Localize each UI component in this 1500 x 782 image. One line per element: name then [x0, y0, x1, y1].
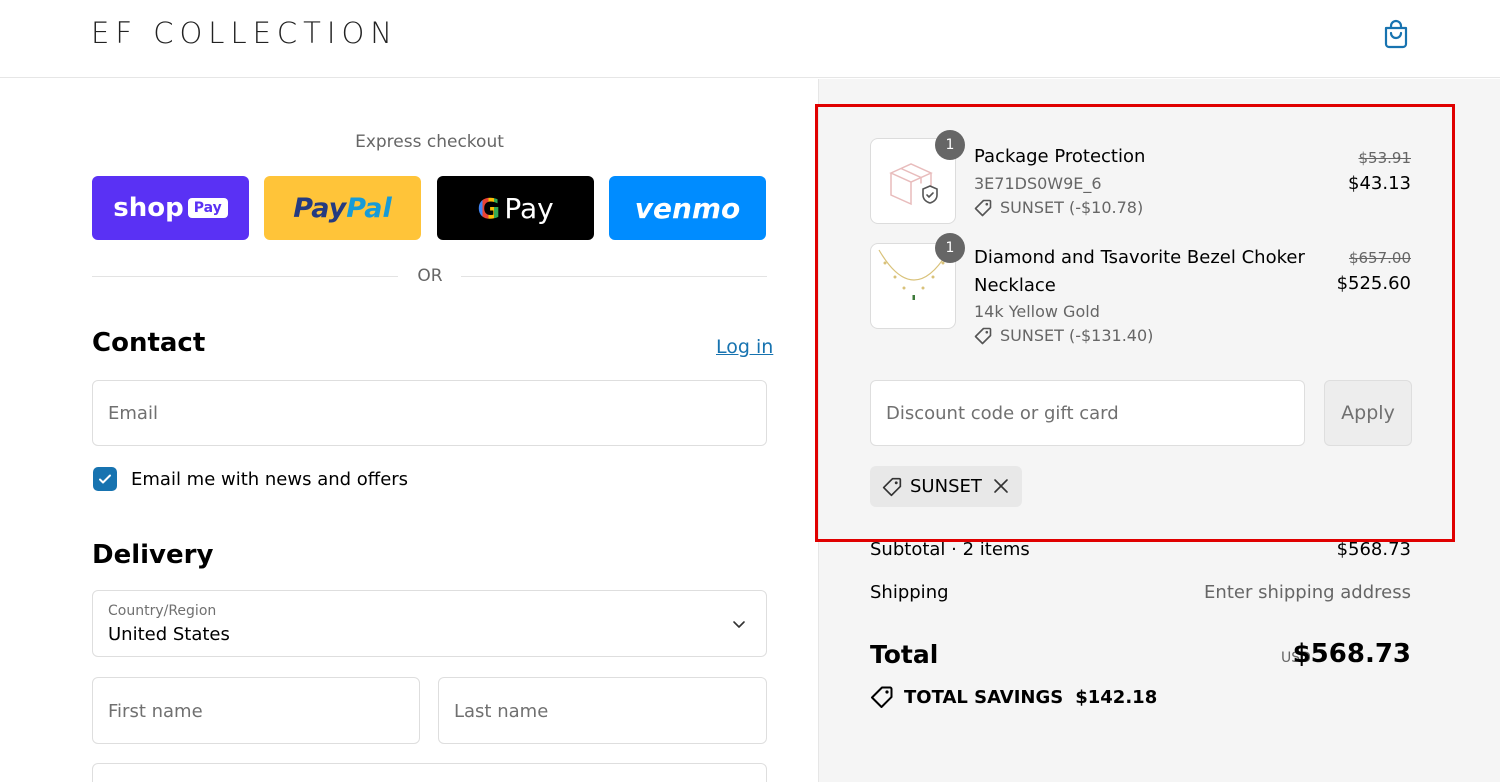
email-placeholder: Email	[108, 403, 158, 424]
item-original-price: $53.91	[1358, 149, 1412, 167]
express-checkout-label: Express checkout	[355, 132, 504, 152]
country-select[interactable]: Country/Region United States	[92, 590, 767, 657]
contact-heading: Contact	[92, 328, 206, 358]
item-discount: SUNSET (-$10.78)	[974, 198, 1143, 217]
country-label: Country/Region	[108, 603, 217, 619]
item-quantity-badge: 1	[935, 233, 965, 263]
item-quantity-badge: 1	[935, 130, 965, 160]
discount-placeholder: Discount code or gift card	[886, 403, 1119, 424]
apply-discount-button[interactable]: Apply	[1324, 380, 1412, 446]
item-original-price: $657.00	[1348, 249, 1411, 267]
shop-pay-button[interactable]: shop Pay	[92, 176, 249, 240]
shopping-bag-icon[interactable]	[1380, 18, 1412, 50]
remove-discount-close-icon[interactable]	[992, 477, 1010, 495]
first-name-field[interactable]: First name	[92, 677, 420, 744]
venmo-logo: venmo	[634, 191, 741, 225]
shop-pay-pill: Pay	[187, 198, 228, 218]
paypal-logo: PayPal	[293, 192, 392, 224]
country-value: United States	[108, 624, 230, 645]
delivery-heading: Delivery	[92, 540, 214, 570]
store-logo[interactable]: EF COLLECTION	[91, 16, 398, 50]
google-g-icon: G	[477, 191, 501, 225]
applied-discount-chip: SUNSET	[870, 466, 1022, 507]
or-divider-text: OR	[417, 266, 443, 286]
discount-code-input[interactable]: Discount code or gift card	[870, 380, 1305, 446]
item-name: Package Protection	[974, 146, 1146, 167]
tag-icon	[974, 199, 992, 216]
divider-right	[461, 276, 767, 277]
subtotal-label: Subtotal · 2 items	[870, 539, 1030, 560]
item-variant: 3E71DS0W9E_6	[974, 174, 1102, 193]
chevron-down-icon	[733, 621, 745, 628]
venmo-button[interactable]: venmo	[609, 176, 766, 240]
total-label: Total	[870, 640, 939, 669]
item-price: $43.13	[1348, 173, 1411, 194]
last-name-field[interactable]: Last name	[438, 677, 767, 744]
email-field[interactable]: Email	[92, 380, 767, 446]
first-name-placeholder: First name	[108, 701, 203, 722]
shop-pay-logo: shop	[113, 193, 184, 223]
newsletter-checkbox[interactable]	[93, 467, 117, 491]
total-value: $568.73	[1292, 639, 1411, 669]
item-discount: SUNSET (-$131.40)	[974, 326, 1153, 345]
total-savings: TOTAL SAVINGS $142.18	[870, 685, 1157, 709]
site-header: EF COLLECTION	[0, 0, 1500, 78]
shipping-label: Shipping	[870, 582, 949, 603]
google-pay-logo: G Pay	[477, 191, 554, 225]
divider-left	[92, 276, 398, 277]
item-variant: 14k Yellow Gold	[974, 302, 1100, 321]
applied-code: SUNSET	[910, 476, 982, 497]
shipping-value: Enter shipping address	[1204, 582, 1411, 603]
tag-icon	[882, 477, 902, 496]
item-price: $525.60	[1336, 273, 1411, 294]
address-field[interactable]	[92, 763, 767, 782]
checkmark-icon	[99, 474, 111, 484]
google-pay-button[interactable]: G Pay	[437, 176, 594, 240]
item-name: Diamond and Tsavorite Bezel Choker Neckl…	[974, 247, 1305, 296]
savings-tag-icon	[871, 686, 893, 708]
last-name-placeholder: Last name	[454, 701, 549, 722]
newsletter-label: Email me with news and offers	[131, 469, 409, 490]
tag-icon	[974, 327, 992, 344]
log-in-link[interactable]: Log in	[716, 336, 773, 358]
paypal-button[interactable]: PayPal	[264, 176, 421, 240]
subtotal-value: $568.73	[1336, 539, 1411, 560]
